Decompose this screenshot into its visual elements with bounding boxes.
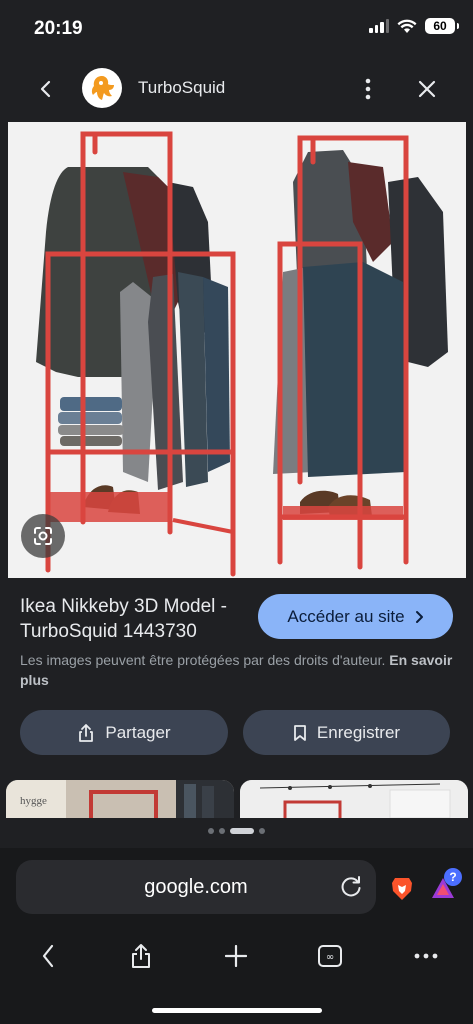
pager-dot (259, 828, 265, 834)
chevron-right-icon (415, 610, 423, 623)
battery-indicator: 60 (425, 18, 459, 34)
carousel-pager (0, 828, 473, 834)
more-horizontal-icon (414, 953, 438, 959)
url-text: google.com (144, 876, 248, 898)
new-tab-button[interactable] (218, 938, 254, 974)
chevron-left-icon (42, 944, 54, 968)
site-logo (82, 68, 122, 108)
back-button[interactable] (30, 74, 60, 104)
browser-nav-row: ∞ (0, 936, 473, 976)
result-title[interactable]: Ikea Nikkeby 3D Model - TurboSquid 14437… (20, 594, 250, 644)
svg-text:∞: ∞ (326, 952, 334, 963)
visit-site-label: Accéder au site (287, 606, 405, 626)
image-preview[interactable] (8, 122, 466, 578)
status-icons: 60 (369, 18, 459, 34)
tabs-button[interactable]: ∞ (312, 938, 348, 974)
related-thumbnail-2 (240, 780, 468, 818)
wifi-icon (397, 19, 417, 33)
status-bar: 20:19 60 (0, 0, 473, 56)
site-title: TurboSquid (138, 78, 226, 97)
home-indicator (152, 1008, 322, 1013)
close-icon (418, 80, 436, 98)
plus-icon (225, 945, 247, 967)
pager-dot (219, 828, 225, 834)
lens-icon (34, 527, 52, 545)
status-time: 20:19 (34, 18, 83, 39)
visit-site-button[interactable]: Accéder au site (258, 594, 453, 639)
browser-menu-button[interactable] (408, 938, 444, 974)
cellular-signal-icon (369, 19, 389, 33)
brave-lion-icon[interactable] (390, 876, 414, 902)
bookmark-icon (294, 724, 306, 741)
related-image-2[interactable] (240, 780, 468, 818)
close-button[interactable] (412, 74, 442, 104)
browser-toolbar: google.com ? ∞ (0, 848, 473, 1024)
copyright-notice: Les images peuvent être protégées par de… (20, 650, 455, 690)
browser-share-button[interactable] (123, 938, 159, 974)
reload-icon[interactable] (338, 874, 364, 900)
browser-back-button[interactable] (30, 938, 66, 974)
save-label: Enregistrer (316, 722, 401, 742)
notification-badge: ? (444, 868, 462, 886)
left-rack (36, 131, 236, 577)
right-rack (273, 135, 448, 570)
tabs-icon: ∞ (318, 945, 342, 967)
more-vertical-icon (365, 78, 371, 100)
clothes-rack-image (36, 131, 448, 577)
share-icon (79, 723, 94, 742)
copyright-text: Les images peuvent être protégées par de… (20, 652, 386, 668)
address-bar[interactable]: google.com (16, 860, 376, 914)
related-image-1[interactable]: hygge (6, 780, 234, 818)
viewer-header: TurboSquid (0, 60, 473, 116)
more-options-button[interactable] (355, 74, 381, 104)
google-lens-button[interactable] (21, 514, 65, 558)
pager-dot-active (230, 828, 254, 834)
pager-dot (208, 828, 214, 834)
share-label: Partager (105, 722, 171, 742)
related-1-text: hygge (20, 795, 47, 807)
back-icon (40, 80, 51, 98)
share-ios-icon (132, 944, 150, 968)
related-thumbnail-1: hygge (6, 780, 234, 818)
turbosquid-logo-icon (91, 76, 114, 100)
save-button[interactable]: Enregistrer (243, 710, 450, 755)
share-button[interactable]: Partager (20, 710, 228, 755)
